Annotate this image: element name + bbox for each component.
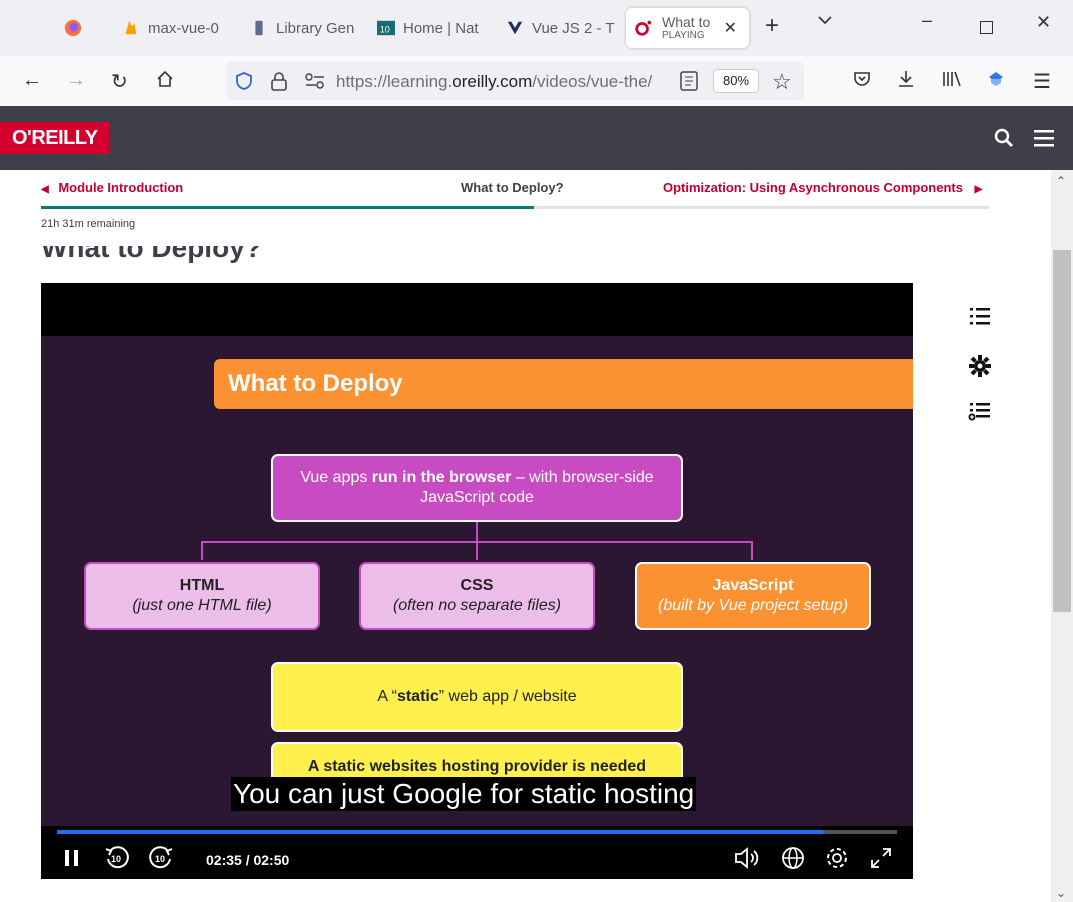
tab-vue-js[interactable]: Vue JS 2 - T <box>506 8 615 48</box>
chevron-down-icon[interactable] <box>817 12 833 33</box>
next-module-label: Optimization: Using Asynchronous Compone… <box>663 180 963 195</box>
video-progress-bar[interactable] <box>57 830 897 834</box>
volume-icon[interactable] <box>734 846 762 876</box>
video-progress-fill <box>57 830 824 834</box>
tab-home-nat[interactable]: 10 Home | Nat <box>377 8 479 48</box>
tab-playing-status: PLAYING <box>662 29 705 41</box>
menu-icon[interactable]: ☰ <box>1033 69 1051 94</box>
course-progress-bar <box>41 206 989 209</box>
slide-box-static-app: A “static” web app / website <box>271 662 683 732</box>
close-tab-icon[interactable]: ✕ <box>724 18 737 38</box>
prev-module-label: Module Introduction <box>58 180 184 195</box>
navigation-bar: ← → ↻ https://learning.oreilly.com/video… <box>0 56 1073 106</box>
site-header: O'REILLY <box>0 106 1073 170</box>
rewind-10-icon[interactable]: 10 <box>104 845 130 877</box>
tab-label: Vue JS 2 - T <box>532 19 615 37</box>
slide-box-javascript: JavaScript (built by Vue project setup) <box>635 562 871 630</box>
home-icon[interactable] <box>155 69 175 95</box>
language-globe-icon[interactable] <box>781 846 805 876</box>
forward-10-icon[interactable]: 10 <box>148 845 174 877</box>
tab-label: Library Gen <box>276 19 355 37</box>
forward-icon[interactable]: → <box>66 69 86 92</box>
time-remaining: 21h 31m remaining <box>41 218 136 230</box>
vue-icon <box>507 21 523 35</box>
course-progress-fill <box>41 206 534 209</box>
current-module-label: What to Deploy? <box>461 180 564 195</box>
video-slide: What to Deploy Vue apps run in the brows… <box>41 336 913 826</box>
tab-title: What to <box>662 13 711 30</box>
slide-box-vue-apps: Vue apps run in the browser – with brows… <box>271 454 683 522</box>
connector-line <box>751 541 753 560</box>
pause-icon[interactable] <box>63 848 81 874</box>
download-icon[interactable] <box>896 69 916 95</box>
firefox-icon <box>64 19 82 37</box>
oreilly-logo[interactable]: O'REILLY <box>0 122 109 154</box>
scrollbar-thumb[interactable] <box>1053 250 1071 612</box>
pocket-icon[interactable] <box>852 69 872 95</box>
search-icon[interactable] <box>993 127 1015 154</box>
slide-box-css: CSS (often no separate files) <box>359 562 595 630</box>
svg-text:10: 10 <box>111 854 121 864</box>
settings-gear-icon[interactable] <box>825 846 849 876</box>
tab-label: Home | Nat <box>403 19 479 37</box>
minimize-icon[interactable]: – <box>922 10 932 31</box>
contents-list-icon[interactable] <box>968 304 992 335</box>
permissions-icon[interactable] <box>304 71 326 96</box>
reader-view-icon[interactable] <box>680 71 698 96</box>
prev-module-link[interactable]: ◀ Module Introduction <box>41 180 183 195</box>
caret-left-icon: ◀ <box>41 184 49 195</box>
lock-icon[interactable] <box>270 71 288 96</box>
hamburger-menu-icon[interactable] <box>1033 127 1055 154</box>
video-time: 02:35 / 02:50 <box>206 852 290 868</box>
next-module-link[interactable]: Optimization: Using Asynchronous Compone… <box>663 180 982 195</box>
page-heading-text: What to Deploy? <box>41 246 262 263</box>
add-to-playlist-icon[interactable] <box>968 400 992 431</box>
tab-label: max-vue-0 <box>148 19 219 37</box>
video-controls: 10 10 02:35 / 02:50 <box>41 826 913 879</box>
caret-right-icon: ▶ <box>974 184 983 195</box>
oreilly-icon <box>635 20 652 36</box>
firebase-icon <box>125 20 137 35</box>
library-icon <box>255 20 263 36</box>
shield-icon[interactable] <box>234 71 254 96</box>
url-bar[interactable]: https://learning.oreilly.com/videos/vue-… <box>226 62 804 100</box>
slide-title: What to Deploy <box>214 359 913 409</box>
page-content: O'REILLY ◀ Module Introduction What to D… <box>0 106 1073 902</box>
tab-firefox[interactable] <box>64 8 90 48</box>
connector-line <box>201 541 753 543</box>
tab-bar: max-vue-0 Library Gen 10 Home | Nat Vue … <box>0 0 1073 56</box>
tab-library-gen[interactable]: Library Gen <box>250 8 354 48</box>
tab-active-what-to[interactable]: What to PLAYING ✕ <box>626 8 749 48</box>
svg-text:10: 10 <box>155 854 165 864</box>
extension-icon[interactable] <box>986 69 1006 95</box>
scroll-up-icon[interactable]: ⌃ <box>1056 174 1066 188</box>
library-books-icon[interactable] <box>941 69 963 95</box>
page-scrollbar[interactable]: ⌃ ⌄ <box>1051 170 1073 902</box>
scroll-down-icon[interactable]: ⌄ <box>1056 886 1066 900</box>
bookmark-star-icon[interactable]: ☆ <box>772 69 792 95</box>
slide-box-html: HTML (just one HTML file) <box>84 562 320 630</box>
s10-icon: 10 <box>377 20 395 36</box>
zoom-level[interactable]: 80% <box>713 69 759 93</box>
page-heading: What to Deploy? <box>41 246 341 264</box>
maximize-icon[interactable] <box>980 18 993 39</box>
new-tab-icon[interactable]: + <box>765 12 779 40</box>
reload-icon[interactable]: ↻ <box>111 69 128 94</box>
svg-text:10: 10 <box>380 25 390 35</box>
back-icon[interactable]: ← <box>22 69 42 92</box>
fullscreen-icon[interactable] <box>869 846 893 876</box>
tab-max-vue[interactable]: max-vue-0 <box>122 8 219 48</box>
video-subtitle: You can just Google for static hosting <box>231 777 697 811</box>
connector-line <box>201 541 203 560</box>
settings-cog-icon[interactable] <box>968 354 992 385</box>
url-text[interactable]: https://learning.oreilly.com/videos/vue-… <box>336 72 652 92</box>
video-player[interactable]: What to Deploy Vue apps run in the brows… <box>41 283 913 879</box>
close-window-icon[interactable]: ✕ <box>1036 12 1051 33</box>
